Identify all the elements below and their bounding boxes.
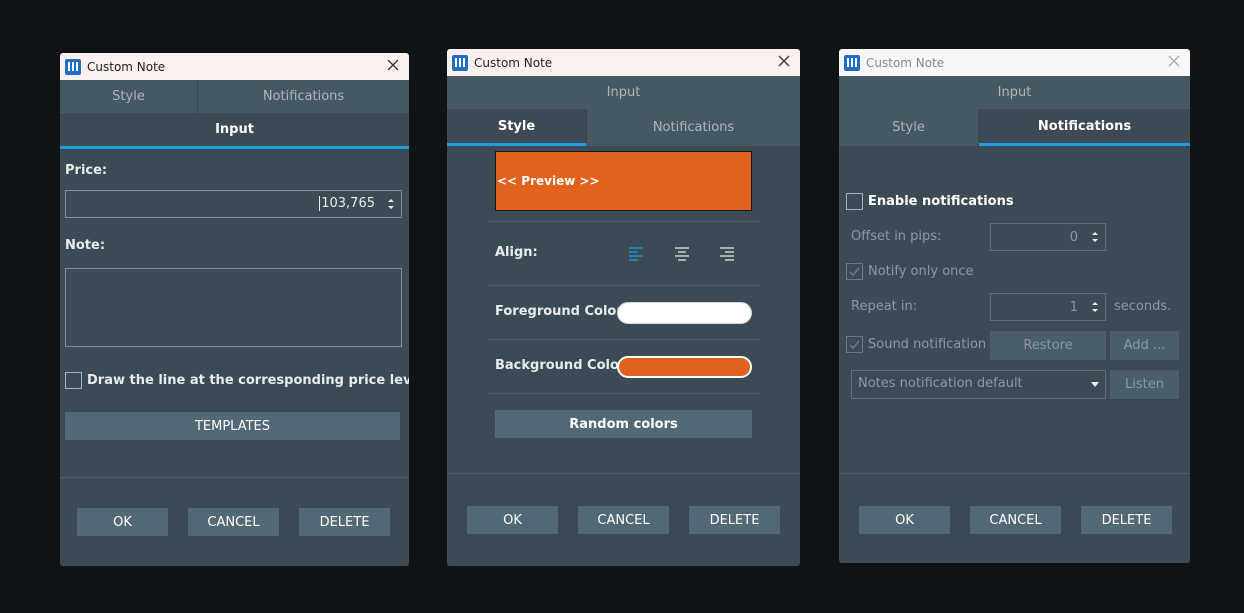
custom-note-window-notifications: Custom Note Input Style Notifications En… [839, 49, 1190, 563]
align-label: Align: [495, 245, 538, 260]
offset-stepper[interactable]: 0 [990, 223, 1106, 251]
ok-button[interactable]: OK [467, 506, 558, 534]
divider [60, 477, 409, 478]
ok-button[interactable]: OK [859, 506, 950, 534]
background-color-swatch[interactable] [617, 356, 752, 378]
close-icon[interactable] [1166, 53, 1182, 69]
chevron-down-icon [1091, 382, 1099, 387]
price-label: Price: [65, 163, 108, 178]
delete-button[interactable]: DELETE [689, 506, 780, 534]
enable-notifications-label: Enable notifications [868, 194, 1014, 209]
divider [488, 285, 760, 286]
app-icon [844, 54, 860, 71]
custom-note-window-input: Custom Note Style Notifications Input Pr… [60, 53, 409, 566]
spinner-arrows-icon[interactable] [1091, 230, 1099, 244]
tab-style[interactable]: Style [60, 80, 198, 113]
spinner-arrows-icon[interactable] [1091, 300, 1099, 314]
tab-notifications[interactable]: Notifications [979, 109, 1190, 146]
price-stepper[interactable]: 103,765 [65, 190, 402, 218]
divider [839, 473, 1190, 474]
repeat-value: 1 [1069, 300, 1078, 315]
enable-notifications-checkbox[interactable] [846, 193, 863, 210]
notify-once-label: Notify only once [868, 264, 974, 279]
divider [488, 221, 760, 222]
foreground-color-swatch[interactable] [617, 302, 752, 324]
custom-note-window-style: Custom Note Input Style Notifications <<… [447, 49, 800, 566]
restore-button[interactable]: Restore [990, 331, 1106, 360]
seconds-label: seconds. [1114, 299, 1172, 314]
sound-select-value: Notes notification default [858, 376, 1023, 391]
divider [447, 473, 800, 474]
title-bar[interactable]: Custom Note [839, 49, 1190, 76]
repeat-stepper[interactable]: 1 [990, 293, 1106, 321]
delete-button[interactable]: DELETE [299, 508, 390, 536]
listen-button[interactable]: Listen [1110, 370, 1179, 399]
close-icon[interactable] [385, 57, 401, 73]
tab-input[interactable]: Input [447, 76, 800, 109]
offset-value: 0 [1069, 230, 1078, 245]
spinner-arrows-icon[interactable] [387, 197, 395, 211]
preview-box: << Preview >> [495, 151, 752, 211]
cancel-button[interactable]: CANCEL [970, 506, 1061, 534]
random-colors-button[interactable]: Random colors [495, 410, 752, 438]
divider [488, 393, 760, 394]
cancel-button[interactable]: CANCEL [188, 508, 279, 536]
tab-style[interactable]: Style [839, 109, 979, 146]
background-color-label: Background Color: [495, 358, 631, 373]
sound-notification-label: Sound notification [868, 337, 987, 352]
draw-line-checkbox[interactable] [65, 372, 82, 389]
tab-input[interactable]: Input [839, 76, 1190, 109]
title-bar[interactable]: Custom Note [447, 49, 800, 76]
offset-label: Offset in pips: [851, 229, 942, 244]
app-icon [65, 58, 81, 75]
cancel-button[interactable]: CANCEL [578, 506, 669, 534]
align-center-icon[interactable] [674, 247, 690, 261]
window-title: Custom Note [866, 55, 945, 70]
title-bar[interactable]: Custom Note [60, 53, 409, 80]
divider [488, 339, 760, 340]
notify-once-checkbox[interactable] [846, 263, 863, 280]
delete-button[interactable]: DELETE [1081, 506, 1172, 534]
align-left-icon[interactable] [628, 247, 644, 261]
sound-select[interactable]: Notes notification default [851, 370, 1106, 399]
draw-line-label: Draw the line at the corresponding price… [87, 373, 409, 388]
tab-notifications[interactable]: Notifications [587, 109, 800, 146]
repeat-label: Repeat in: [851, 299, 918, 314]
close-icon[interactable] [776, 53, 792, 69]
tab-input[interactable]: Input [60, 113, 409, 149]
foreground-color-label: Foreground Color: [495, 304, 628, 319]
tab-notifications[interactable]: Notifications [198, 80, 409, 113]
align-right-icon[interactable] [719, 247, 735, 261]
window-title: Custom Note [474, 55, 553, 70]
note-label: Note: [65, 238, 106, 253]
window-title: Custom Note [87, 59, 166, 74]
tab-style[interactable]: Style [447, 109, 587, 146]
app-icon [452, 54, 468, 71]
ok-button[interactable]: OK [77, 508, 168, 536]
note-textarea[interactable] [65, 268, 402, 347]
price-value: 103,765 [319, 196, 375, 211]
sound-notification-checkbox[interactable] [846, 336, 863, 353]
add-sound-button[interactable]: Add ... [1110, 331, 1179, 360]
templates-button[interactable]: TEMPLATES [65, 412, 400, 440]
